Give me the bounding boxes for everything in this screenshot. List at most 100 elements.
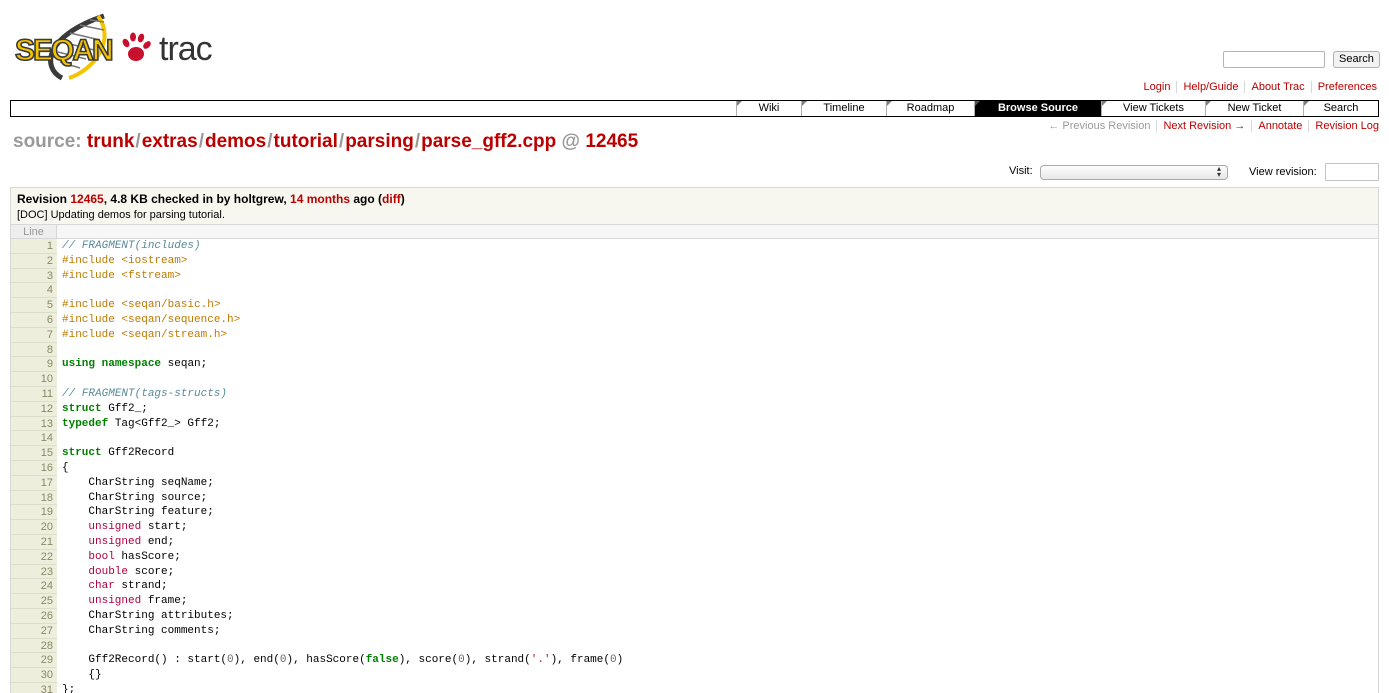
code-row: 13 typedef Tag<Gff2_> Gff2; bbox=[11, 416, 1378, 432]
line-number-link[interactable]: 5 bbox=[11, 298, 57, 313]
context-navigation: ← Previous Revision Next Revision → Anno… bbox=[1048, 120, 1379, 132]
seqan-trac-logo[interactable]: SEQAN trac bbox=[14, 12, 226, 82]
paw-icon bbox=[122, 32, 151, 61]
source-code-table: Line 1// FRAGMENT(includes) 2 #include <io… bbox=[10, 224, 1379, 693]
login-link[interactable]: Login bbox=[1138, 81, 1177, 93]
revision-summary: Revision 12465, 4.8 KB checked in by hol… bbox=[17, 192, 405, 206]
code-row: 17 CharString seqName; bbox=[11, 475, 1378, 491]
code-line: CharString feature; bbox=[57, 505, 1378, 521]
line-number-link[interactable]: 13 bbox=[11, 416, 57, 432]
diff-link[interactable]: diff bbox=[382, 192, 401, 206]
tab-new-ticket[interactable]: New Ticket bbox=[1205, 101, 1303, 116]
line-number-link[interactable]: 25 bbox=[11, 594, 57, 609]
code-line: {} bbox=[57, 668, 1378, 683]
code-row: 25 unsigned frame; bbox=[11, 594, 1378, 609]
line-number-link[interactable]: 21 bbox=[11, 534, 57, 550]
revision-link[interactable]: 12465 bbox=[70, 192, 103, 206]
tab-search[interactable]: Search bbox=[1303, 101, 1378, 116]
line-number-link[interactable]: 17 bbox=[11, 475, 57, 491]
code-row: 30 {} bbox=[11, 668, 1378, 683]
code-body: 1// FRAGMENT(includes) 2 #include <iostrea… bbox=[11, 239, 1378, 693]
search-button[interactable]: Search bbox=[1333, 51, 1380, 68]
code-row: 5 #include <seqan/basic.h> bbox=[11, 298, 1378, 313]
line-number-link[interactable]: 20 bbox=[11, 520, 57, 535]
code-row: 31}; bbox=[11, 682, 1378, 693]
code-line: CharString source; bbox=[57, 490, 1378, 506]
line-number-link[interactable]: 18 bbox=[11, 490, 57, 506]
code-row: 7 #include <seqan/stream.h> bbox=[11, 327, 1378, 343]
line-number-link[interactable]: 11 bbox=[11, 386, 57, 402]
line-number-link[interactable]: 16 bbox=[11, 460, 57, 476]
code-row: 18 CharString source; bbox=[11, 490, 1378, 506]
code-line: #include <seqan/stream.h> bbox=[57, 327, 1378, 343]
next-revision-link[interactable]: Next Revision → bbox=[1156, 120, 1251, 132]
line-number-link[interactable]: 10 bbox=[11, 372, 57, 387]
help-guide-link[interactable]: Help/Guide bbox=[1176, 81, 1244, 93]
tab-view-tickets[interactable]: View Tickets bbox=[1101, 101, 1205, 116]
line-number-link[interactable]: 30 bbox=[11, 668, 57, 683]
code-line bbox=[57, 372, 1378, 387]
code-row: 14 bbox=[11, 431, 1378, 447]
code-row: 22 bool hasScore; bbox=[11, 549, 1378, 565]
code-line: }; bbox=[57, 682, 1378, 693]
line-number-link[interactable]: 2 bbox=[11, 253, 57, 269]
revision-log-link[interactable]: Revision Log bbox=[1308, 120, 1379, 132]
path-segment-trunk[interactable]: trunk bbox=[87, 131, 135, 152]
commit-message: [DOC] Updating demos for parsing tutoria… bbox=[17, 209, 225, 221]
revision-info: Revision 12465, 4.8 KB checked in by hol… bbox=[10, 187, 1379, 225]
path-segment-tutorial[interactable]: tutorial bbox=[274, 131, 338, 152]
code-row: 23 double score; bbox=[11, 564, 1378, 580]
line-number-link[interactable]: 19 bbox=[11, 505, 57, 521]
code-row: 15 struct Gff2Record bbox=[11, 446, 1378, 461]
line-number-link[interactable]: 15 bbox=[11, 446, 57, 461]
view-revision-input[interactable] bbox=[1325, 163, 1379, 181]
tab-roadmap[interactable]: Roadmap bbox=[886, 101, 974, 116]
line-number-link[interactable]: 22 bbox=[11, 549, 57, 565]
line-number-link[interactable]: 4 bbox=[11, 283, 57, 299]
previous-revision-link: ← Previous Revision bbox=[1048, 120, 1151, 132]
search-input[interactable] bbox=[1223, 51, 1325, 68]
logo-graphic: SEQAN trac bbox=[14, 13, 214, 81]
line-number-link[interactable]: 27 bbox=[11, 623, 57, 639]
main-navigation: Wiki Timeline Roadmap Browse Source View… bbox=[10, 100, 1379, 117]
line-number-link[interactable]: 7 bbox=[11, 327, 57, 343]
line-number-link[interactable]: 31 bbox=[11, 682, 57, 693]
code-row: 4 bbox=[11, 283, 1378, 299]
code-row: 26 CharString attributes; bbox=[11, 608, 1378, 624]
line-number-link[interactable]: 3 bbox=[11, 268, 57, 284]
tab-timeline[interactable]: Timeline bbox=[801, 101, 886, 116]
code-row: 28 bbox=[11, 638, 1378, 654]
code-line bbox=[57, 342, 1378, 358]
meta-navigation: Login Help/Guide About Trac Preferences bbox=[1138, 81, 1377, 93]
code-line: struct Gff2Record bbox=[57, 446, 1378, 461]
about-trac-link[interactable]: About Trac bbox=[1244, 81, 1310, 93]
code-line: #include <seqan/sequence.h> bbox=[57, 312, 1378, 328]
line-number-link[interactable]: 6 bbox=[11, 312, 57, 328]
path-segment-extras[interactable]: extras bbox=[142, 131, 198, 152]
line-number-link[interactable]: 28 bbox=[11, 638, 57, 654]
line-number-link[interactable]: 23 bbox=[11, 564, 57, 580]
annotate-link[interactable]: Annotate bbox=[1251, 120, 1308, 132]
code-line: { bbox=[57, 460, 1378, 476]
age-link[interactable]: 14 months bbox=[290, 192, 350, 206]
preferences-link[interactable]: Preferences bbox=[1310, 81, 1377, 93]
path-segment-demos[interactable]: demos bbox=[205, 131, 266, 152]
visit-select[interactable]: ▴ ▾ bbox=[1040, 165, 1228, 180]
line-number-link[interactable]: 8 bbox=[11, 342, 57, 358]
code-row: 11// FRAGMENT(tags-structs) bbox=[11, 386, 1378, 402]
path-segment-parsing[interactable]: parsing bbox=[345, 131, 414, 152]
line-number-link[interactable]: 1 bbox=[11, 239, 57, 254]
tab-wiki[interactable]: Wiki bbox=[736, 101, 801, 116]
line-number-link[interactable]: 9 bbox=[11, 357, 57, 373]
code-row: 20 unsigned start; bbox=[11, 520, 1378, 535]
path-segment-file[interactable]: parse_gff2.cpp bbox=[421, 131, 556, 152]
visit-label: Visit: bbox=[1009, 165, 1033, 177]
code-line bbox=[57, 431, 1378, 447]
line-number-link[interactable]: 14 bbox=[11, 431, 57, 447]
line-number-link[interactable]: 29 bbox=[11, 653, 57, 669]
line-number-link[interactable]: 26 bbox=[11, 608, 57, 624]
line-number-link[interactable]: 12 bbox=[11, 401, 57, 417]
path-revision-link[interactable]: 12465 bbox=[585, 131, 638, 152]
tab-browse-source[interactable]: Browse Source bbox=[974, 101, 1101, 116]
line-number-link[interactable]: 24 bbox=[11, 579, 57, 595]
